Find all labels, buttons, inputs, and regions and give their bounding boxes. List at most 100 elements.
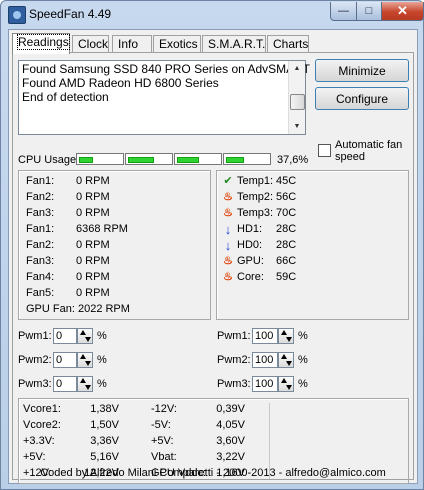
cpu-core-fill xyxy=(79,157,93,163)
automatic-fan-speed-label: Automatic fan speed xyxy=(335,139,403,163)
pwm-spinner[interactable] xyxy=(77,352,93,368)
fan-speed-value: 0 RPM xyxy=(76,239,110,251)
pwm-spinner[interactable] xyxy=(77,376,93,392)
maximize-window-button[interactable]: □ xyxy=(356,2,382,21)
pwm-value-input[interactable]: 100 xyxy=(252,328,278,344)
fan-label: Fan3: xyxy=(26,207,55,219)
cpu-usage-percent: 37,6% xyxy=(277,154,309,166)
tab-readings[interactable]: Readings xyxy=(12,33,70,54)
pwm-label: Pwm3: xyxy=(18,378,52,390)
tab-info-label: Info xyxy=(118,37,139,51)
fan-speed-value: 0 RPM xyxy=(76,207,110,219)
pwm-value-input[interactable]: 0 xyxy=(53,376,77,392)
tab-charts[interactable]: Charts xyxy=(267,35,309,53)
cpu-core-fill xyxy=(177,157,199,163)
pwm-label: Pwm1: xyxy=(18,330,52,342)
voltage-value: 5,16V xyxy=(90,451,119,463)
pwm-label: Pwm3: xyxy=(217,378,251,390)
close-icon: ✕ xyxy=(397,3,408,18)
credits-footer: Coded by Alfredo Milani Comparetti - 200… xyxy=(40,467,386,479)
minimize-icon: — xyxy=(338,5,349,17)
pwm-percent-sign: % xyxy=(298,378,308,390)
cpu-core-bar xyxy=(223,153,271,165)
pwm-spinner[interactable] xyxy=(278,376,294,392)
pwm-value-input[interactable]: 100 xyxy=(252,352,278,368)
flame-icon: ♨ xyxy=(223,271,233,283)
tab-exotics[interactable]: Exotics xyxy=(153,35,201,53)
scrollbar-thumb[interactable] xyxy=(290,94,305,110)
speedfan-app-icon xyxy=(8,6,26,24)
scroll-up-icon[interactable]: ▲ xyxy=(290,61,304,76)
temperature-value: 70C xyxy=(276,207,297,219)
temperature-value: 59C xyxy=(276,271,297,283)
window-title: SpeedFan 4.49 xyxy=(29,7,112,21)
scroll-down-icon[interactable]: ▼ xyxy=(290,119,304,134)
minimize-button[interactable]: Minimize xyxy=(315,59,409,82)
fan-speed-value: 0 RPM xyxy=(76,287,110,299)
tab-smart-label: S.M.A.R.T. xyxy=(208,37,266,51)
temperature-label: Temp1: xyxy=(237,175,274,187)
temperature-row: ✔ Temp1: 45C xyxy=(222,175,372,189)
pwm-percent-sign: % xyxy=(97,354,107,366)
cpu-core-bar xyxy=(76,153,124,165)
detection-log[interactable]: Found Samsung SSD 840 PRO Series on AdvS… xyxy=(18,60,310,135)
pwm-spinner[interactable] xyxy=(278,328,294,344)
fan-speed-value: 6368 RPM xyxy=(76,223,128,235)
readings-panel: Found Samsung SSD 840 PRO Series on AdvS… xyxy=(12,52,414,484)
pwm-percent-sign: % xyxy=(97,378,107,390)
title-bar[interactable]: SpeedFan 4.49 — □ ✕ xyxy=(1,1,424,27)
temperature-value: 28C xyxy=(276,223,297,235)
check-icon: ✔ xyxy=(223,175,233,187)
temperature-row: ♨ Core: 59C xyxy=(222,271,372,285)
client-area: Readings Clock Info Exotics S.M.A.R.T. C… xyxy=(8,29,418,484)
pwm-spinner[interactable] xyxy=(77,328,93,344)
pwm-percent-sign: % xyxy=(298,354,308,366)
voltage-value: 4,05V xyxy=(216,419,245,431)
temperature-row: ♨ Temp2: 56C xyxy=(222,191,372,205)
fan-label: Fan5: xyxy=(26,287,55,299)
voltage-value: 1,50V xyxy=(90,419,119,431)
tab-clock[interactable]: Clock xyxy=(72,35,109,53)
pwm-value-input[interactable]: 100 xyxy=(252,376,278,392)
speedfan-window: SpeedFan 4.49 — □ ✕ Readings Clock Info … xyxy=(0,0,424,490)
pwm-value-input[interactable]: 0 xyxy=(53,352,77,368)
close-window-button[interactable]: ✕ xyxy=(381,2,424,21)
voltage-label: Vbat: xyxy=(151,451,177,463)
temperature-value: 56C xyxy=(276,191,297,203)
pwm-percent-sign: % xyxy=(97,330,107,342)
pwm-value-input[interactable]: 0 xyxy=(53,328,77,344)
log-scrollbar[interactable]: ▲ ▼ xyxy=(288,61,305,134)
cpu-core-bar xyxy=(174,153,222,165)
temperature-label: Temp2: xyxy=(237,191,274,203)
voltage-label: Vcore1: xyxy=(23,403,61,415)
voltage-label: +5V: xyxy=(151,435,174,447)
fan-speed-value: 0 RPM xyxy=(76,271,110,283)
temperature-row: ↓ HD0: 28C xyxy=(222,239,372,253)
automatic-fan-speed-checkbox[interactable] xyxy=(318,144,331,157)
configure-button[interactable]: Configure xyxy=(315,87,409,110)
flame-icon: ♨ xyxy=(223,255,233,267)
pwm-percent-sign: % xyxy=(298,330,308,342)
log-line: Found AMD Radeon HD 6800 Series xyxy=(22,76,219,90)
fan-speed-value: 0 RPM xyxy=(76,191,110,203)
cpu-core-fill xyxy=(128,157,154,163)
cpu-usage-label: CPU Usage xyxy=(18,154,77,166)
temperatures-box: ✔ Temp1: 45C ♨ Temp2: 56C ♨ Temp3: 70C ↓ HD1: 28C ↓ H… xyxy=(216,170,409,320)
temperature-label: HD0: xyxy=(237,239,263,251)
tab-info[interactable]: Info xyxy=(112,35,152,53)
fan-speeds-box: Fan1: 0 RPM Fan2: 0 RPM Fan3: 0 RPM Fan1: 6368 … xyxy=(18,170,211,320)
fan-speed-value: 0 RPM xyxy=(76,255,110,267)
pwm-spinner[interactable] xyxy=(278,352,294,368)
tab-smart[interactable]: S.M.A.R.T. xyxy=(202,35,266,53)
voltage-value: 3,36V xyxy=(90,435,119,447)
arrow-down-icon: ↓ xyxy=(224,238,232,253)
temperature-label: GPU: xyxy=(237,255,264,267)
temperature-value: 66C xyxy=(276,255,297,267)
fan-label: Fan3: xyxy=(26,255,55,267)
voltage-value: 3,60V xyxy=(216,435,245,447)
log-line: End of detection xyxy=(22,90,109,104)
tab-charts-label: Charts xyxy=(273,37,309,51)
minimize-window-button[interactable]: — xyxy=(330,2,357,21)
tab-exotics-label: Exotics xyxy=(159,37,198,51)
temperature-label: Core: xyxy=(237,271,264,283)
